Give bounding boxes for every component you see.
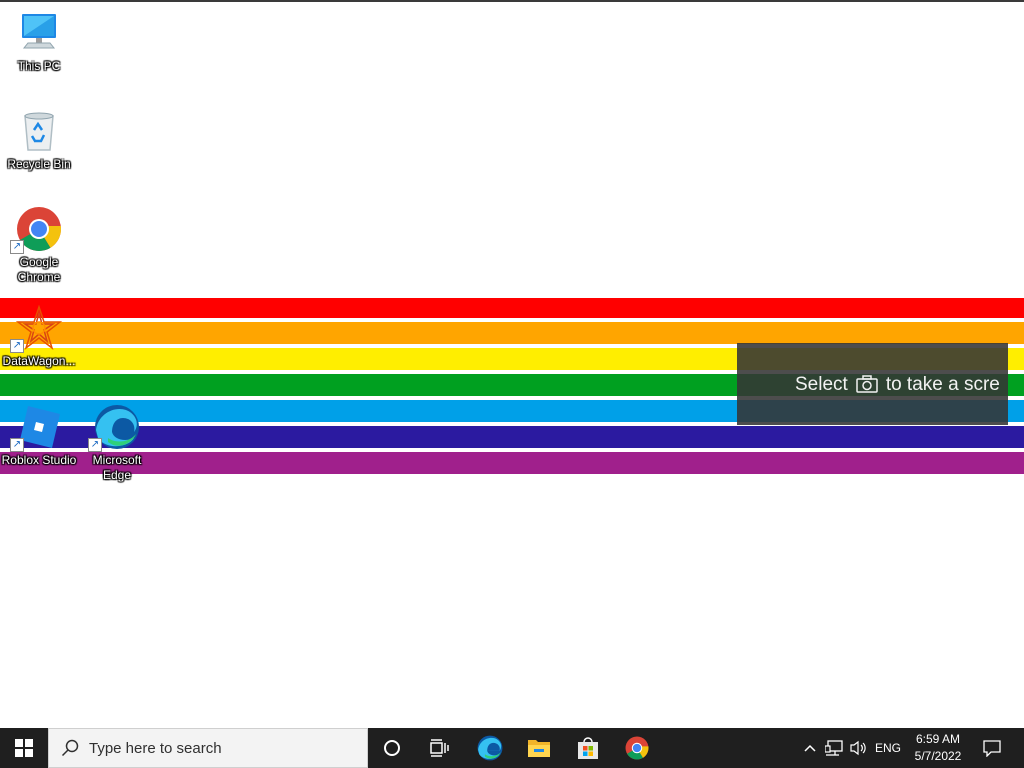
- action-center-button[interactable]: [976, 728, 1008, 768]
- shortcut-arrow-icon: ↗: [10, 240, 24, 254]
- start-button[interactable]: [0, 728, 48, 768]
- clock-date: 5/7/2022: [914, 749, 962, 763]
- network-button[interactable]: [822, 728, 846, 768]
- desktop-icon-label: This PC: [17, 59, 61, 73]
- search-placeholder: Type here to search: [89, 739, 222, 757]
- speaker-icon: [850, 740, 866, 756]
- wallpaper-stripe-orange: [0, 322, 1024, 344]
- show-hidden-icons-button[interactable]: [800, 728, 820, 768]
- shortcut-arrow-icon: ↗: [88, 438, 102, 452]
- windows-logo-icon: [15, 739, 33, 757]
- top-border: [0, 0, 1024, 2]
- desktop-icon-label: DataWagon...: [2, 354, 76, 368]
- notification-icon: [983, 739, 1001, 757]
- desktop-icon-datawagon[interactable]: ↗ DataWagon...: [0, 304, 78, 369]
- snip-text-before: Select: [795, 374, 848, 395]
- taskbar: Type here to search ENG 6:59 AM 5/7/2022: [0, 728, 1024, 768]
- cortana-button[interactable]: [368, 728, 416, 768]
- desktop-icon-label: Roblox Studio: [1, 453, 77, 467]
- roblox-studio-icon: ↗: [10, 404, 62, 452]
- desktop: This PC Recycle Bin ↗ Google Chrome ↗ Da…: [0, 0, 1024, 728]
- taskbar-store-button[interactable]: [564, 728, 612, 768]
- chevron-up-icon: [804, 744, 816, 752]
- desktop-icon-label: Microsoft Edge: [92, 453, 142, 482]
- task-view-button[interactable]: [416, 728, 464, 768]
- camera-icon[interactable]: [856, 375, 878, 399]
- clock-time: 6:59 AM: [915, 732, 961, 746]
- cortana-icon: [384, 740, 400, 756]
- taskbar-clock[interactable]: 6:59 AM 5/7/2022: [906, 728, 970, 768]
- search-icon: [61, 739, 79, 757]
- snip-instruction: Select to take a scre: [795, 374, 1000, 399]
- taskbar-edge-button[interactable]: [466, 728, 514, 768]
- snip-overlay: Select to take a scre: [737, 343, 1008, 425]
- edge-icon: [477, 735, 503, 761]
- taskbar-chrome-button[interactable]: [613, 728, 661, 768]
- microsoft-store-icon: [578, 737, 598, 759]
- shortcut-arrow-icon: ↗: [10, 339, 24, 353]
- task-view-icon: [430, 739, 449, 757]
- snip-text-after: to take a scre: [885, 374, 1000, 395]
- recycle-bin-icon: [16, 108, 62, 154]
- chrome-icon: ↗: [10, 206, 62, 254]
- desktop-icon-microsoft-edge[interactable]: ↗ Microsoft Edge: [78, 404, 156, 483]
- language-indicator: ENG: [874, 741, 901, 755]
- chrome-icon: [625, 736, 649, 760]
- desktop-icon-roblox-studio[interactable]: ↗ Roblox Studio: [0, 404, 78, 468]
- desktop-icon-recycle-bin[interactable]: Recycle Bin: [0, 108, 78, 172]
- taskbar-file-explorer-button[interactable]: [515, 728, 563, 768]
- network-icon: [825, 740, 843, 756]
- desktop-icon-label: Google Chrome: [17, 255, 61, 284]
- input-language-button[interactable]: ENG: [873, 728, 903, 768]
- wallpaper-stripe-red: [0, 298, 1024, 318]
- shortcut-arrow-icon: ↗: [10, 438, 24, 452]
- desktop-icon-this-pc[interactable]: This PC: [0, 10, 78, 74]
- edge-icon: ↗: [88, 404, 140, 452]
- desktop-icon-google-chrome[interactable]: ↗ Google Chrome: [0, 206, 78, 285]
- file-explorer-icon: [528, 740, 550, 757]
- volume-button[interactable]: [847, 728, 871, 768]
- taskbar-search-box[interactable]: Type here to search: [48, 728, 368, 768]
- datawagon-icon: ↗: [10, 304, 63, 353]
- desktop-icon-label: Recycle Bin: [7, 157, 71, 171]
- computer-icon: [16, 10, 62, 56]
